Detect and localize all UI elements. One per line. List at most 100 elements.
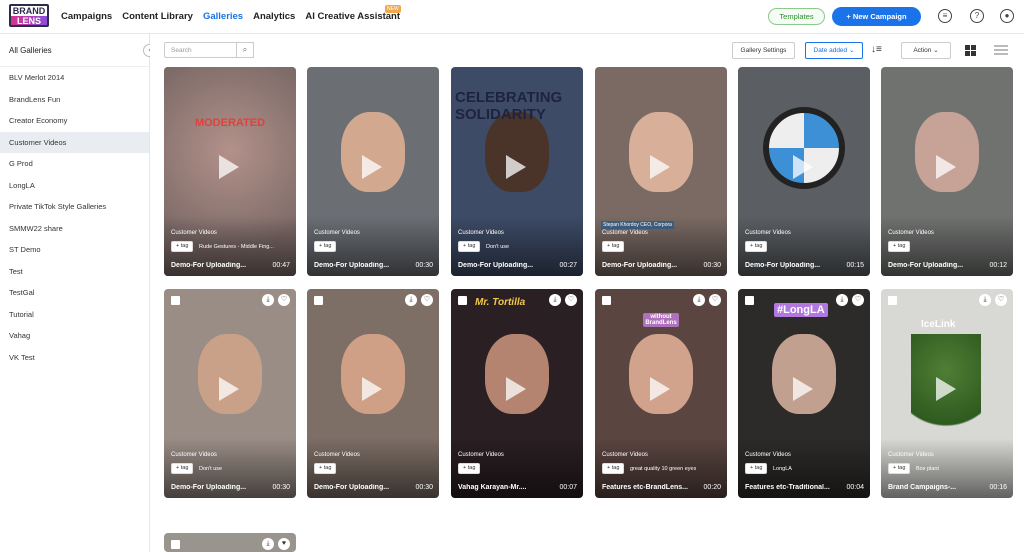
new-campaign-button[interactable]: + New Campaign [832, 7, 921, 26]
heart-icon[interactable]: ♡ [421, 294, 433, 306]
play-icon[interactable] [650, 155, 670, 179]
brandlens-logo[interactable]: BRAND LENS [9, 4, 49, 27]
grid-view-icon[interactable] [965, 45, 976, 56]
help-icon[interactable]: ? [970, 9, 984, 23]
play-icon[interactable] [362, 155, 382, 179]
video-card[interactable]: MODERATED Customer Videos + tag Rude Gestur… [164, 67, 296, 276]
download-icon[interactable]: ⤓ [262, 538, 274, 550]
select-checkbox[interactable] [888, 296, 897, 305]
list-view-icon[interactable] [994, 45, 1008, 56]
card-title[interactable]: Demo-For Uploading... [602, 262, 677, 269]
sidebar-item-private-tiktok[interactable]: Private TikTok Style Galleries [0, 196, 149, 218]
account-icon[interactable]: ● [1000, 9, 1014, 23]
heart-icon[interactable]: ♡ [565, 294, 577, 306]
nav-analytics[interactable]: Analytics [253, 11, 295, 22]
video-card[interactable]: Customer Videos + tag Demo-For Uploading..… [307, 67, 439, 276]
sidebar-item-test[interactable]: Test [0, 261, 149, 283]
add-tag-button[interactable]: + tag [171, 463, 194, 474]
video-card[interactable]: ⤓ ♡ Mr. Tortilla Customer Videos + tag Vahag … [451, 289, 583, 498]
add-tag-button[interactable]: + tag [602, 463, 625, 474]
select-checkbox[interactable] [458, 296, 467, 305]
card-title[interactable]: Features etc-Traditional... [745, 484, 830, 491]
templates-button[interactable]: Templates [768, 8, 825, 25]
action-dropdown[interactable]: Action ⌄ [901, 42, 951, 59]
play-icon[interactable] [650, 377, 670, 401]
play-icon[interactable] [936, 155, 956, 179]
sidebar-item-brandlens-fun[interactable]: BrandLens Fun [0, 89, 149, 111]
video-card[interactable]: CELEBRATING SOLIDARITY Customer Videos + t… [451, 67, 583, 276]
play-icon[interactable] [506, 377, 526, 401]
add-tag-button[interactable]: + tag [171, 241, 194, 252]
nav-campaigns[interactable]: Campaigns [61, 11, 112, 22]
sidebar-item-st-demo[interactable]: ST Demo [0, 239, 149, 261]
card-title[interactable]: Demo-For Uploading... [458, 262, 533, 269]
heart-icon[interactable]: ♡ [995, 294, 1007, 306]
video-card[interactable]: Customer Videos + tag Demo-For Uploading..… [881, 67, 1013, 276]
chat-icon[interactable]: ≡ [938, 9, 952, 23]
video-card[interactable]: ⤓ ♡ without BrandLens Customer Videos + tag g… [595, 289, 727, 498]
video-card[interactable]: ⤓ ♥ [164, 533, 296, 552]
sidebar-item-vk-test[interactable]: VK Test [0, 347, 149, 369]
select-checkbox[interactable] [745, 296, 754, 305]
sort-dropdown[interactable]: Date added ⌄ [805, 42, 863, 59]
sidebar-item-blv-merlot[interactable]: BLV Merlot 2014 [0, 67, 149, 89]
search-icon[interactable]: ⌕ [236, 42, 254, 58]
select-checkbox[interactable] [602, 296, 611, 305]
video-card[interactable]: Customer Videos + tag Demo-For Uploading..… [738, 67, 870, 276]
sidebar-item-vahag[interactable]: Vahag [0, 325, 149, 347]
download-icon[interactable]: ⤓ [405, 294, 417, 306]
video-card[interactable]: Stepan Khordoy CEO, Corpora Customer Vide… [595, 67, 727, 276]
card-title[interactable]: Demo-For Uploading... [745, 262, 820, 269]
sidebar-item-creator-economy[interactable]: Creator Economy [0, 110, 149, 132]
card-title[interactable]: Demo-For Uploading... [314, 484, 389, 491]
play-icon[interactable] [219, 377, 239, 401]
play-icon[interactable] [362, 377, 382, 401]
add-tag-button[interactable]: + tag [458, 463, 481, 474]
play-icon[interactable] [793, 377, 813, 401]
select-checkbox[interactable] [314, 296, 323, 305]
sidebar-item-tutorial[interactable]: Tutorial [0, 304, 149, 326]
heart-icon[interactable]: ♡ [709, 294, 721, 306]
play-icon[interactable] [506, 155, 526, 179]
card-title[interactable]: Demo-For Uploading... [171, 484, 246, 491]
add-tag-button[interactable]: + tag [314, 463, 337, 474]
all-galleries[interactable]: All Galleries‹ [0, 34, 156, 67]
add-tag-button[interactable]: + tag [314, 241, 337, 252]
download-icon[interactable]: ⤓ [549, 294, 561, 306]
sidebar-item-longla[interactable]: LongLA [0, 175, 149, 197]
gallery-settings-button[interactable]: Gallery Settings [732, 42, 795, 59]
add-tag-button[interactable]: + tag [888, 463, 911, 474]
play-icon[interactable] [793, 155, 813, 179]
add-tag-button[interactable]: + tag [458, 241, 481, 252]
card-title[interactable]: Features etc-BrandLens... [602, 484, 688, 491]
sidebar-item-g-prod[interactable]: G Prod [0, 153, 149, 175]
card-title[interactable]: Demo-For Uploading... [171, 262, 246, 269]
sort-direction-icon[interactable]: ↓≡ [871, 44, 882, 55]
add-tag-button[interactable]: + tag [888, 241, 911, 252]
heart-icon[interactable]: ♥ [278, 538, 290, 550]
card-title[interactable]: Vahag Karayan-Mr.... [458, 484, 526, 491]
select-checkbox[interactable] [171, 540, 180, 549]
heart-icon[interactable]: ♡ [852, 294, 864, 306]
add-tag-button[interactable]: + tag [602, 241, 625, 252]
sidebar-item-customer-videos[interactable]: Customer Videos [0, 131, 149, 153]
card-title[interactable]: Demo-For Uploading... [888, 262, 963, 269]
download-icon[interactable]: ⤓ [979, 294, 991, 306]
download-icon[interactable]: ⤓ [836, 294, 848, 306]
select-checkbox[interactable] [171, 296, 180, 305]
add-tag-button[interactable]: + tag [745, 241, 768, 252]
sidebar-item-smmw22[interactable]: SMMW22 share [0, 218, 149, 240]
card-title[interactable]: Brand Campaigns-... [888, 484, 956, 491]
download-icon[interactable]: ⤓ [693, 294, 705, 306]
sidebar-item-testgal[interactable]: TestGal [0, 282, 149, 304]
nav-galleries[interactable]: Galleries [203, 11, 243, 22]
video-card[interactable]: ⤓ ♡ #LongLA Customer Videos + tag LongLA Featu… [738, 289, 870, 498]
video-card[interactable]: ⤓ ♡ Customer Videos + tag Don't use Demo-For … [164, 289, 296, 498]
heart-icon[interactable]: ♡ [278, 294, 290, 306]
video-card[interactable]: ⤓ ♡ IceLink Customer Videos + tag Box plant Br… [881, 289, 1013, 498]
download-icon[interactable]: ⤓ [262, 294, 274, 306]
play-icon[interactable] [219, 155, 239, 179]
card-title[interactable]: Demo-For Uploading... [314, 262, 389, 269]
add-tag-button[interactable]: + tag [745, 463, 768, 474]
video-card[interactable]: ⤓ ♡ Customer Videos + tag Demo-For Uploading… [307, 289, 439, 498]
